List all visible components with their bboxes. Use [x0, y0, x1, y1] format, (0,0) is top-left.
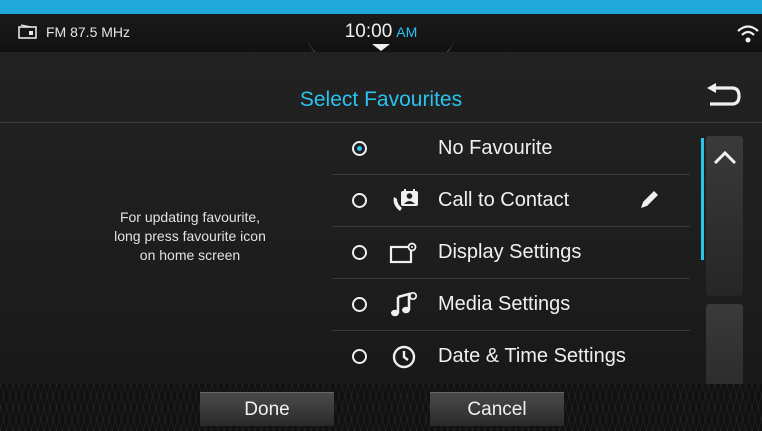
hint-line: long press favourite icon — [114, 228, 266, 244]
list-item-label: Date & Time Settings — [438, 345, 626, 367]
list-item-label: No Favourite — [438, 137, 553, 159]
page-title: Select Favourites — [299, 88, 463, 111]
favourites-panel: Select Favourites For updating favourite… — [0, 52, 762, 431]
done-button[interactable]: Done — [200, 392, 334, 426]
list-item-label: Media Settings — [438, 293, 571, 315]
call-contact-icon — [388, 187, 420, 215]
pencil-edit-icon[interactable] — [638, 187, 662, 216]
clock-icon — [388, 343, 420, 371]
hint-line: on home screen — [139, 247, 241, 263]
wifi-icon — [736, 24, 760, 49]
top-accent-strip — [0, 0, 762, 14]
cancel-button[interactable]: Cancel — [430, 392, 564, 426]
radio-button[interactable] — [352, 245, 367, 260]
footer-bar: Done Cancel — [0, 384, 762, 431]
radio-button-selected[interactable] — [352, 141, 367, 156]
list-item-label: Display Settings — [438, 241, 582, 263]
list-item-date-time-settings[interactable]: Date & Time Settings — [332, 331, 690, 382]
list-item-display-settings[interactable]: Display Settings — [332, 227, 690, 279]
list-item-media-settings[interactable]: Media Settings — [332, 279, 690, 331]
list-item-no-favourite[interactable]: No Favourite — [332, 123, 690, 175]
scroll-up-button[interactable] — [706, 136, 743, 296]
favourites-list: No Favourite Call to Contact Display Set… — [332, 123, 690, 382]
back-button[interactable] — [702, 78, 744, 114]
display-settings-icon — [388, 239, 420, 267]
notch-down-arrow-icon[interactable] — [372, 44, 390, 51]
radio-button[interactable] — [352, 349, 367, 364]
media-settings-icon — [388, 291, 420, 319]
scrollbar-thumb[interactable] — [701, 138, 704, 260]
back-arrow-icon — [707, 83, 741, 106]
hint-text: For updating favourite, long press favou… — [80, 208, 300, 265]
radio-button[interactable] — [352, 193, 367, 208]
chevron-up-icon — [713, 150, 736, 165]
hint-line: For updating favourite, — [119, 209, 261, 225]
radio-button[interactable] — [352, 297, 367, 312]
list-item-label: Call to Contact — [438, 189, 570, 211]
list-item-call-to-contact[interactable]: Call to Contact — [332, 175, 690, 227]
